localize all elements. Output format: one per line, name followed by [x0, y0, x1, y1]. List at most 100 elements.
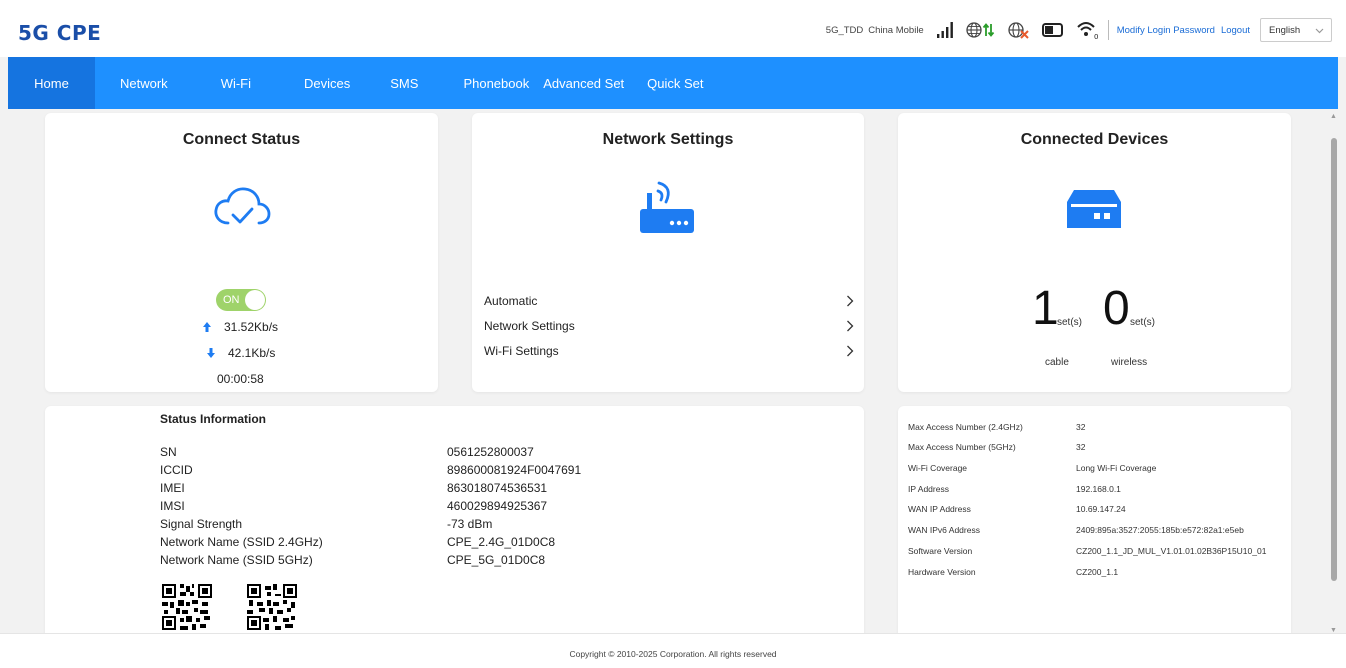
top-header: 5G CPE 5G_TDD China Mobile 0 Modify Logi… [0, 0, 1346, 57]
item-label: Network Settings [484, 319, 575, 333]
wifi-icon: 0 [1076, 20, 1100, 40]
si-value-sn: 0561252800037 [447, 445, 534, 459]
cloud-check-icon [213, 185, 271, 234]
qr-code-2g [162, 584, 212, 630]
status-information-card: Status Information SN 0561252800037 ICCI… [45, 406, 864, 646]
si-value-imsi: 460029894925367 [447, 499, 548, 513]
upload-value: 31.52Kb/s [224, 320, 279, 334]
connect-status-title: Connect Status [182, 131, 301, 148]
qr-code-5g [247, 584, 297, 630]
connect-status-card: Connect Status ON 31.52Kb/s 42.1Kb/s 00:… [45, 113, 438, 392]
battery-icon [1041, 22, 1064, 38]
si-label-imsi: IMSI [160, 499, 185, 513]
cable-count: 1 [1032, 282, 1059, 335]
upload-speed: 31.52Kb/s [202, 320, 278, 334]
nav-sms[interactable]: SMS [390, 57, 418, 109]
header-divider [1107, 20, 1109, 40]
si-value-ssid5: CPE_5G_01D0C8 [447, 553, 546, 567]
si-value-ssid24: CPE_2.4G_01D0C8 [447, 535, 556, 549]
arrow-down-icon [207, 348, 215, 358]
info-value-max-5: 32 [1076, 442, 1086, 452]
scroll-up-icon[interactable]: ▲ [1330, 113, 1337, 120]
network-settings-card: Network Settings Automatic Network Setti… [472, 113, 864, 392]
si-label-ssid5: Network Name (SSID 5GHz) [160, 553, 313, 567]
chevron-right-icon [847, 295, 854, 307]
info-label-wan-ip: WAN IP Address [908, 504, 971, 514]
cable-unit: set(s) [1057, 317, 1082, 328]
info-value-ip: 192.168.0.1 [1076, 484, 1121, 494]
si-label-imei: IMEI [160, 481, 185, 495]
si-label-sn: SN [160, 445, 177, 459]
chevron-right-icon [847, 320, 854, 332]
arrow-up-icon [203, 322, 211, 332]
wireless-count: 0 [1103, 282, 1130, 335]
footer: Copyright © 2010-2025 Corporation. All r… [0, 633, 1346, 668]
signal-bars-icon [936, 21, 954, 39]
wireless-unit: set(s) [1130, 317, 1155, 328]
main-nav: Home Network Wi-Fi Devices SMS Phonebook… [8, 57, 1338, 109]
cable-label: cable [1045, 357, 1069, 368]
router-icon [639, 179, 697, 240]
page-scrollbar[interactable]: ▲ ▼ [1328, 111, 1340, 639]
info-label-max-24: Max Access Number (2.4GHz) [908, 422, 1023, 432]
logo: 5G CPE [18, 21, 102, 45]
info-label-max-5: Max Access Number (5GHz) [908, 442, 1016, 452]
copyright-text: Copyright © 2010-2025 Corporation. All r… [569, 649, 777, 659]
nav-network[interactable]: Network [120, 57, 168, 109]
toggle-state: ON [223, 294, 240, 306]
si-value-iccid: 898600081924F0047691 [447, 463, 582, 477]
connection-toggle[interactable]: ON [216, 289, 266, 311]
header-status-bar: 5G_TDD China Mobile 0 Modify Login Passw… [826, 16, 1332, 44]
download-value: 42.1Kb/s [228, 346, 276, 360]
nav-home[interactable]: Home [8, 57, 95, 109]
device-info-card: Max Access Number (2.4GHz) 32 Max Access… [898, 406, 1291, 646]
chevron-down-icon [1315, 28, 1324, 34]
network-type: 5G_TDD [825, 24, 864, 36]
info-value-hardware: CZ200_1.1 [1076, 567, 1119, 577]
carrier-name: China Mobile [868, 24, 924, 36]
info-label-coverage: Wi-Fi Coverage [908, 463, 968, 473]
nav-wifi[interactable]: Wi-Fi [221, 57, 251, 109]
info-value-software: CZ200_1.1_JD_MUL_V1.01.01.02B36P15U10_01 [1076, 546, 1267, 556]
info-value-wan-ip: 10.69.147.24 [1076, 504, 1126, 514]
device-box-icon [1066, 186, 1122, 235]
wireless-label: wireless [1111, 357, 1148, 368]
nav-phonebook[interactable]: Phonebook [463, 57, 529, 109]
info-label-ip: IP Address [908, 484, 949, 494]
globe-updown-icon [966, 21, 996, 39]
nav-quick-set[interactable]: Quick Set [647, 57, 703, 109]
uptime: 00:00:58 [217, 372, 264, 386]
item-label: Wi-Fi Settings [484, 344, 559, 358]
info-value-wan-ipv6: 2409:895a:3527:2055:185b:e572:82a1:e5eb [1076, 525, 1244, 535]
si-label-ssid24: Network Name (SSID 2.4GHz) [160, 535, 323, 549]
si-value-imei: 863018074536531 [447, 481, 548, 495]
language-value: English [1269, 24, 1301, 36]
language-select[interactable]: English [1260, 18, 1332, 42]
chevron-right-icon [847, 345, 854, 357]
connected-devices-title: Connected Devices [1020, 131, 1169, 148]
network-settings-title: Network Settings [602, 131, 734, 148]
connected-devices-card: Connected Devices 1 set(s) 0 set(s) cabl… [898, 113, 1291, 392]
si-label-iccid: ICCID [160, 463, 193, 477]
nav-devices[interactable]: Devices [304, 57, 350, 109]
wifi-client-count: 0 [1094, 33, 1098, 40]
network-settings-item-automatic[interactable]: Automatic [484, 294, 854, 308]
info-label-hardware: Hardware Version [908, 567, 976, 577]
nav-advanced-set[interactable]: Advanced Set [543, 57, 624, 109]
si-label-signal: Signal Strength [160, 517, 243, 531]
info-label-software: Software Version [908, 546, 973, 556]
scrollbar-thumb[interactable] [1331, 138, 1337, 581]
download-speed: 42.1Kb/s [206, 346, 275, 360]
logout-link[interactable]: Logout [1221, 25, 1250, 36]
info-value-coverage: Long Wi-Fi Coverage [1076, 463, 1157, 473]
info-label-wan-ipv6: WAN IPv6 Address [908, 525, 980, 535]
network-settings-item-network[interactable]: Network Settings [484, 319, 854, 333]
item-label: Automatic [484, 294, 538, 308]
info-value-max-24: 32 [1076, 422, 1086, 432]
globe-disabled-icon [1008, 21, 1030, 39]
si-value-signal: -73 dBm [447, 517, 493, 531]
status-information-title: Status Information [160, 412, 267, 426]
network-settings-item-wifi[interactable]: Wi-Fi Settings [484, 344, 854, 358]
toggle-knob [245, 290, 265, 310]
modify-password-link[interactable]: Modify Login Password [1117, 25, 1215, 36]
